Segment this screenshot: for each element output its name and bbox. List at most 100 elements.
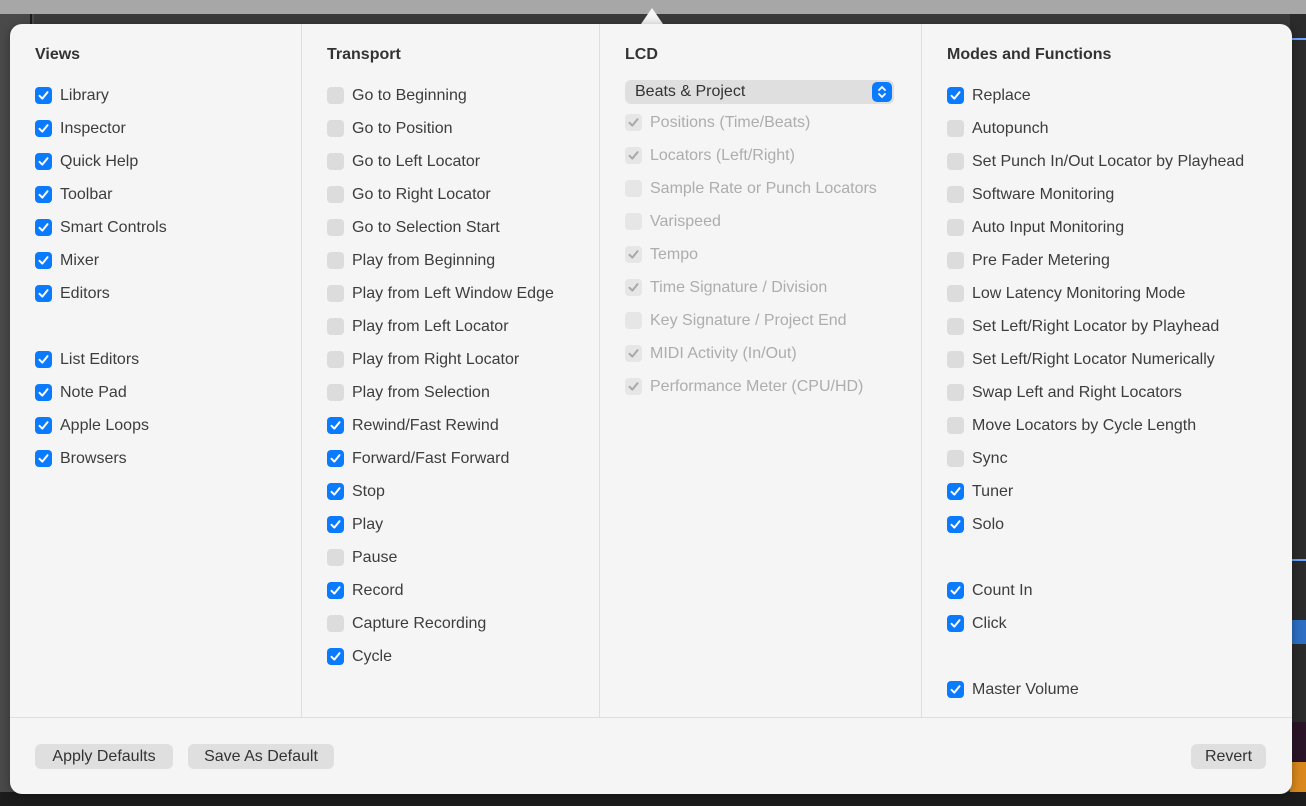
checkbox-row[interactable]: Pre Fader Metering bbox=[947, 246, 1244, 279]
checkbox-unchecked[interactable] bbox=[327, 285, 344, 302]
checkbox-checked[interactable] bbox=[35, 417, 52, 434]
checkbox-row[interactable]: Go to Selection Start bbox=[327, 213, 554, 246]
checkbox-checked[interactable] bbox=[327, 483, 344, 500]
checkbox-row[interactable]: Pause bbox=[327, 543, 554, 576]
checkbox-checked[interactable] bbox=[327, 516, 344, 533]
checkbox-checked[interactable] bbox=[947, 681, 964, 698]
checkbox-label: Sample Rate or Punch Locators bbox=[650, 179, 877, 197]
checkbox-row[interactable]: Play from Selection bbox=[327, 378, 554, 411]
checkbox-row[interactable]: Forward/Fast Forward bbox=[327, 444, 554, 477]
checkbox-row[interactable]: Smart Controls bbox=[35, 213, 167, 246]
checkbox-row[interactable]: Go to Right Locator bbox=[327, 180, 554, 213]
save-as-default-button[interactable]: Save As Default bbox=[188, 744, 334, 769]
checkbox-checked[interactable] bbox=[35, 219, 52, 236]
checkbox-row[interactable]: Count In bbox=[947, 576, 1244, 609]
checkbox-row[interactable]: Go to Left Locator bbox=[327, 147, 554, 180]
checkbox-row[interactable]: Tuner bbox=[947, 477, 1244, 510]
checkbox-row[interactable]: Go to Position bbox=[327, 114, 554, 147]
checkbox-checked[interactable] bbox=[35, 450, 52, 467]
checkbox-unchecked[interactable] bbox=[947, 384, 964, 401]
checkbox-unchecked[interactable] bbox=[947, 417, 964, 434]
lcd-display-mode-select[interactable]: Beats & Project bbox=[625, 80, 894, 104]
checkbox-row[interactable]: Apple Loops bbox=[35, 411, 167, 444]
checkbox-unchecked[interactable] bbox=[327, 120, 344, 137]
checkbox-unchecked[interactable] bbox=[947, 351, 964, 368]
checkbox-row[interactable]: Inspector bbox=[35, 114, 167, 147]
checkbox-row[interactable]: Editors bbox=[35, 279, 167, 312]
checkbox-row[interactable]: Swap Left and Right Locators bbox=[947, 378, 1244, 411]
checkbox-checked[interactable] bbox=[327, 582, 344, 599]
checkbox-row[interactable]: Toolbar bbox=[35, 180, 167, 213]
checkbox-unchecked[interactable] bbox=[327, 186, 344, 203]
checkbox-row[interactable]: Play from Beginning bbox=[327, 246, 554, 279]
checkbox-checked[interactable] bbox=[327, 648, 344, 665]
checkbox-checked[interactable] bbox=[35, 252, 52, 269]
checkbox-unchecked[interactable] bbox=[327, 153, 344, 170]
apply-defaults-button[interactable]: Apply Defaults bbox=[35, 744, 173, 769]
checkbox-unchecked[interactable] bbox=[947, 186, 964, 203]
checkbox-unchecked[interactable] bbox=[327, 615, 344, 632]
checkbox-checked[interactable] bbox=[35, 153, 52, 170]
checkbox-row[interactable]: Play from Left Window Edge bbox=[327, 279, 554, 312]
checkbox-row[interactable]: Low Latency Monitoring Mode bbox=[947, 279, 1244, 312]
checkbox-checked[interactable] bbox=[35, 186, 52, 203]
checkbox-row[interactable]: Solo bbox=[947, 510, 1244, 543]
checkbox-row[interactable]: Quick Help bbox=[35, 147, 167, 180]
checkbox-row[interactable]: Play bbox=[327, 510, 554, 543]
checkbox-unchecked[interactable] bbox=[947, 285, 964, 302]
checkbox-checked[interactable] bbox=[35, 285, 52, 302]
checkbox-row[interactable]: Browsers bbox=[35, 444, 167, 477]
checkbox-row[interactable]: Set Left/Right Locator Numerically bbox=[947, 345, 1244, 378]
checkbox-row[interactable]: Play from Left Locator bbox=[327, 312, 554, 345]
checkbox-row[interactable]: Cycle bbox=[327, 642, 554, 675]
checkbox-unchecked[interactable] bbox=[947, 252, 964, 269]
checkbox-checked[interactable] bbox=[35, 351, 52, 368]
checkbox-unchecked[interactable] bbox=[947, 120, 964, 137]
checkbox-checked[interactable] bbox=[947, 87, 964, 104]
checkbox-unchecked[interactable] bbox=[327, 384, 344, 401]
checkbox-row[interactable]: Auto Input Monitoring bbox=[947, 213, 1244, 246]
checkbox-checked[interactable] bbox=[327, 417, 344, 434]
checkbox-checked[interactable] bbox=[947, 516, 964, 533]
checkbox-row[interactable]: Autopunch bbox=[947, 114, 1244, 147]
checkbox-unchecked[interactable] bbox=[327, 252, 344, 269]
checkbox-checked[interactable] bbox=[327, 450, 344, 467]
revert-button[interactable]: Revert bbox=[1191, 744, 1266, 769]
checkbox-row[interactable]: Note Pad bbox=[35, 378, 167, 411]
checkbox-row: MIDI Activity (In/Out) bbox=[625, 339, 877, 372]
checkbox-unchecked[interactable] bbox=[327, 219, 344, 236]
checkbox-row[interactable]: List Editors bbox=[35, 345, 167, 378]
checkbox-row[interactable]: Stop bbox=[327, 477, 554, 510]
checkbox-checked[interactable] bbox=[35, 87, 52, 104]
checkbox-row[interactable]: Play from Right Locator bbox=[327, 345, 554, 378]
checkbox-unchecked[interactable] bbox=[327, 318, 344, 335]
checkbox-checked[interactable] bbox=[35, 120, 52, 137]
checkbox-row[interactable]: Set Left/Right Locator by Playhead bbox=[947, 312, 1244, 345]
checkbox-unchecked[interactable] bbox=[947, 450, 964, 467]
checkbox-row[interactable]: Capture Recording bbox=[327, 609, 554, 642]
checkbox-row[interactable]: Mixer bbox=[35, 246, 167, 279]
checkbox-row[interactable]: Software Monitoring bbox=[947, 180, 1244, 213]
checkbox-row[interactable]: Go to Beginning bbox=[327, 81, 554, 114]
checkbox-unchecked[interactable] bbox=[327, 87, 344, 104]
checkbox-row[interactable]: Move Locators by Cycle Length bbox=[947, 411, 1244, 444]
checkbox-unchecked[interactable] bbox=[947, 318, 964, 335]
checkbox-row[interactable]: Master Volume bbox=[947, 675, 1244, 708]
checkbox-row[interactable]: Set Punch In/Out Locator by Playhead bbox=[947, 147, 1244, 180]
checkbox-row[interactable]: Rewind/Fast Rewind bbox=[327, 411, 554, 444]
checkbox-unchecked[interactable] bbox=[947, 219, 964, 236]
checkbox-checked[interactable] bbox=[947, 483, 964, 500]
checkbox-unchecked[interactable] bbox=[327, 351, 344, 368]
checkbox-unchecked[interactable] bbox=[327, 549, 344, 566]
checkbox-checked[interactable] bbox=[35, 384, 52, 401]
checkbox-label: Rewind/Fast Rewind bbox=[352, 416, 499, 434]
checkbox-checked[interactable] bbox=[947, 582, 964, 599]
checkbox-checked[interactable] bbox=[947, 615, 964, 632]
checkbox-row[interactable]: Sync bbox=[947, 444, 1244, 477]
checkbox-row[interactable]: Click bbox=[947, 609, 1244, 642]
checkbox-unchecked[interactable] bbox=[947, 153, 964, 170]
checkbox-label: Apple Loops bbox=[60, 416, 149, 434]
checkbox-row[interactable]: Library bbox=[35, 81, 167, 114]
checkbox-row[interactable]: Record bbox=[327, 576, 554, 609]
checkbox-row[interactable]: Replace bbox=[947, 81, 1244, 114]
